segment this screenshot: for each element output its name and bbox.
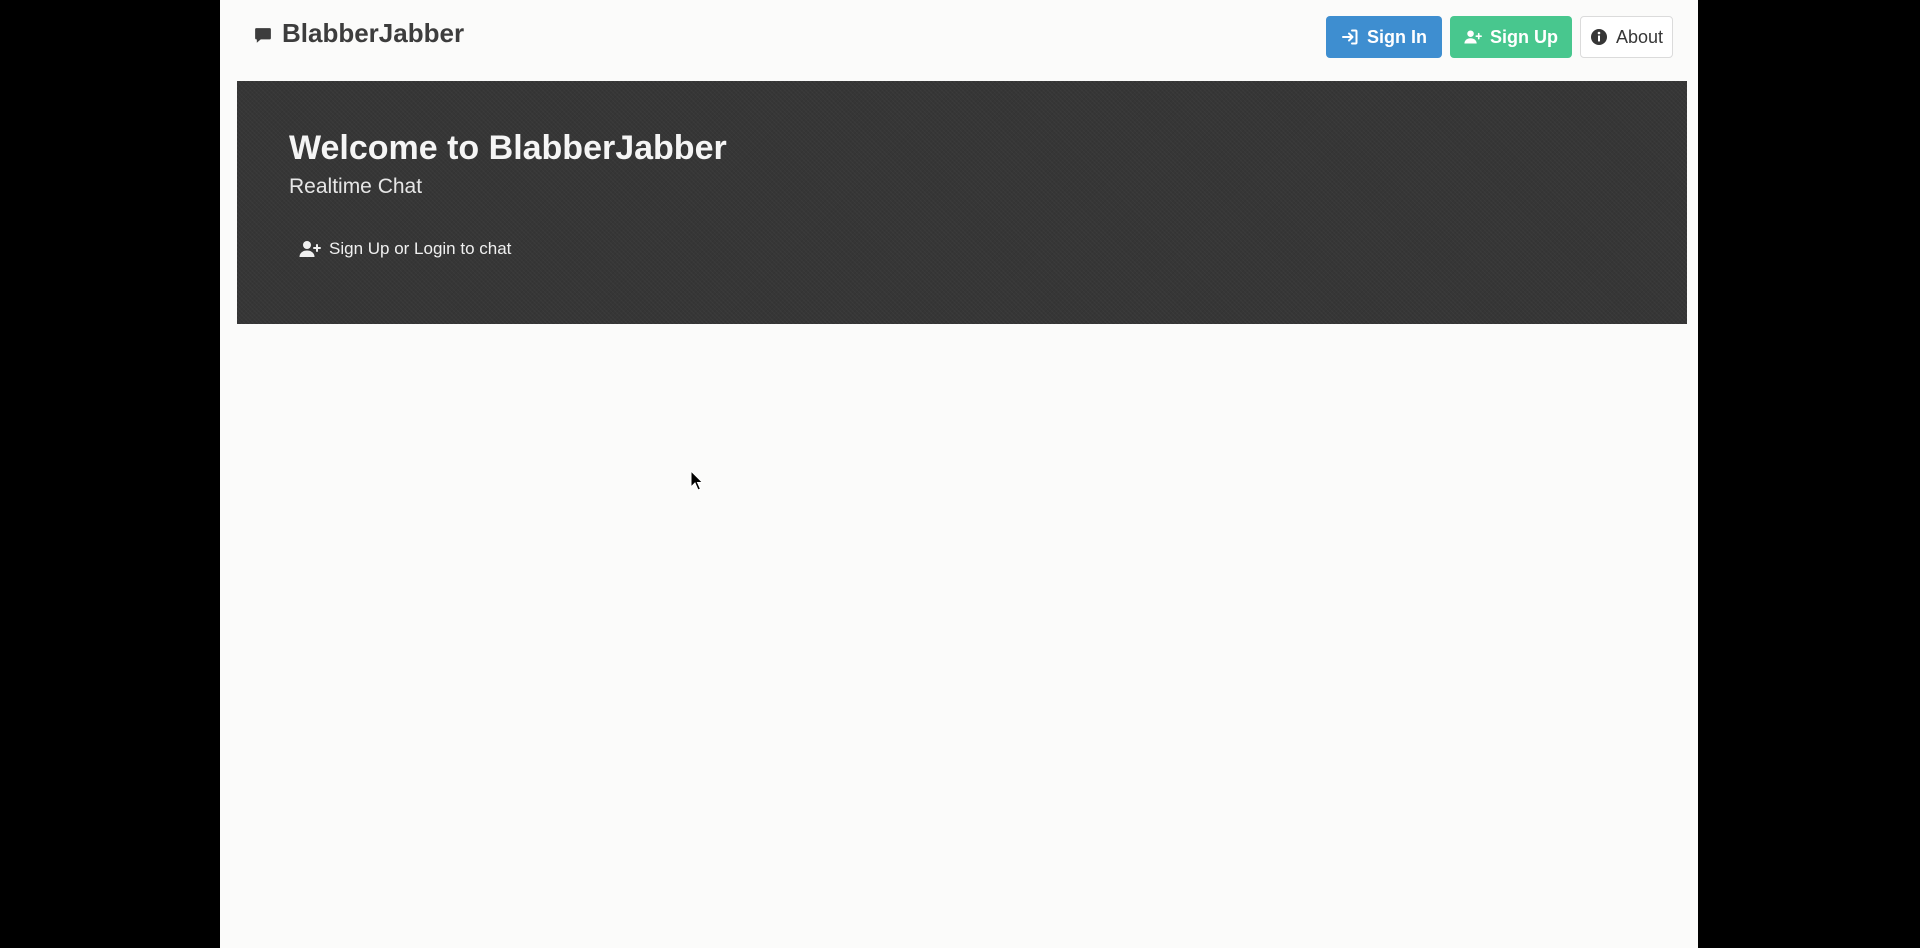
hero-title: Welcome to BlabberJabber (289, 129, 727, 167)
hero-cta-label: Sign Up or Login to chat (329, 239, 512, 258)
top-navbar: BlabberJabber Sign In Sign Up About (220, 0, 1698, 76)
brand-link[interactable]: BlabberJabber (254, 18, 464, 49)
user-plus-icon (1464, 30, 1482, 44)
sign-in-button[interactable]: Sign In (1326, 16, 1442, 58)
welcome-hero: Welcome to BlabberJabber Realtime Chat S… (237, 81, 1687, 324)
page-container: BlabberJabber Sign In Sign Up About Welc… (220, 0, 1698, 948)
user-plus-icon (299, 241, 321, 257)
sign-in-label: Sign In (1367, 26, 1427, 47)
mouse-cursor-icon (690, 470, 704, 491)
signup-login-link[interactable]: Sign Up or Login to chat (299, 239, 511, 259)
about-button[interactable]: About (1580, 16, 1673, 58)
hero-subtitle: Realtime Chat (289, 175, 423, 198)
sign-in-arrow-icon (1342, 29, 1358, 45)
brand-name: BlabberJabber (282, 18, 465, 48)
sign-up-label: Sign Up (1490, 26, 1558, 47)
chat-bubble-icon (255, 27, 271, 43)
about-label: About (1615, 26, 1664, 47)
info-circle-icon (1590, 29, 1607, 45)
sign-up-button[interactable]: Sign Up (1450, 16, 1572, 58)
